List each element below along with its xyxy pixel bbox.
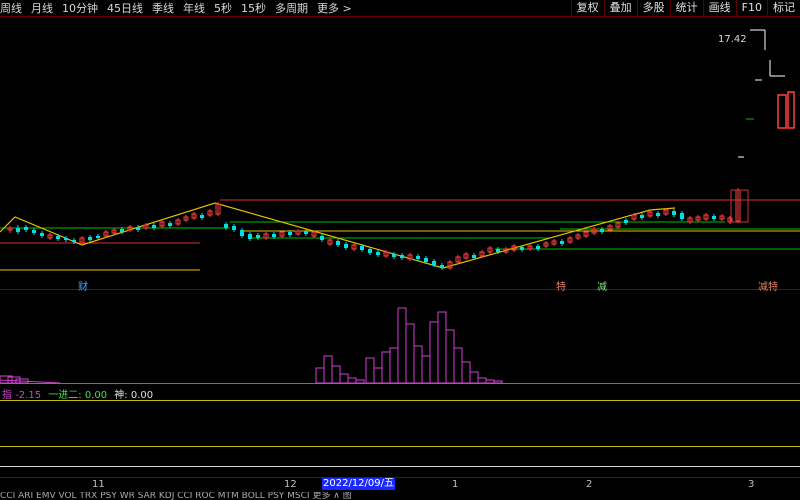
candle-body [424,258,428,262]
candle-body [40,233,44,236]
candle-body [368,249,372,253]
candle-body [400,255,404,258]
candle-body [472,255,476,258]
indicator-l2-value: 0.00 [84,390,108,401]
histogram-bar [323,355,333,384]
histogram-bar [469,371,479,384]
candle-body [168,223,172,226]
candle-body [224,224,228,228]
candle-body [640,215,644,218]
histogram-bar [347,377,357,384]
histogram-bar [339,373,349,384]
event-marker-cai[interactable]: 财 [78,278,88,293]
candle-body [712,216,716,219]
candle-body [120,229,124,232]
histogram-bar [485,379,495,384]
candle-body [680,213,684,219]
indicator-main-value: -2.15 [15,390,42,401]
candle-body [656,213,660,216]
candle-body [24,227,28,230]
xaxis-label-1: 1 [452,479,459,490]
indicator-l3-value: 0.00 [130,390,154,401]
price-label: 17.42 [718,34,747,45]
candle-body [136,227,140,230]
candle-body [64,238,68,240]
xaxis-label-2: 2 [586,479,593,490]
candle-body [376,252,380,255]
candle-body [304,231,308,234]
candle-body [72,240,76,242]
candle-body [392,254,396,257]
histogram-bar [413,345,423,384]
xaxis-label-12: 12 [284,479,297,490]
candle-body [600,229,604,232]
event-marker-3[interactable]: 减特 [758,278,778,293]
candle-body [416,256,420,259]
candle-body [624,220,628,223]
indicator-legend: 指 -2.15 一进二: 0.00 神: 0.00 [2,386,153,401]
histogram-bar [405,323,415,384]
candle-body [344,244,348,248]
future-candle-1 [777,94,787,129]
future-candle-2 [787,91,795,129]
histogram-bar [445,329,455,384]
zigzag-line [0,202,676,269]
candle-body [248,234,252,239]
indicator-tab-strip[interactable]: CCI ARI EMV VOL TRX PSY WR SAR KDJ CCI R… [0,492,800,500]
event-marker-2[interactable]: 减 [597,278,607,293]
histogram-bar [365,357,375,384]
histogram-bar [421,355,431,384]
candle-body [200,215,204,218]
candle-body [336,241,340,245]
candle-body [96,236,100,238]
xaxis-label-11: 11 [92,479,105,490]
histogram-bar [461,361,471,384]
candle-body [240,230,244,236]
candle-body [152,225,156,228]
candle-body [56,236,60,239]
histogram-bar [381,351,391,384]
kline-chart[interactable] [0,0,800,500]
selected-date-label: 2022/12/09/五 [322,478,396,490]
histogram-bar [477,377,487,384]
candle-body [496,249,500,252]
candle-body [232,226,236,230]
candle-body [432,261,436,265]
histogram-bar [437,311,447,384]
candle-body [256,235,260,238]
histogram-bar [493,380,503,384]
histogram-bar [355,379,365,384]
candle-body [536,246,540,249]
candle-body [272,234,276,237]
histogram-bar [397,307,407,384]
candle-body [560,241,564,244]
histogram-bar [331,365,341,384]
candle-body [360,246,364,250]
indicator-l3-name: 神: [114,390,128,401]
histogram-bar [389,347,399,384]
candle-body [440,265,444,268]
candle-body [520,247,524,250]
indicator-l2-name: 一进二: [48,390,82,401]
histogram-bar [453,347,463,384]
indicator-main-name: 指 [2,390,12,401]
candle-body [88,237,92,240]
xaxis-label-3: 3 [748,479,755,490]
event-marker-1[interactable]: 特 [556,278,566,293]
candle-body [672,211,676,215]
candle-body [16,228,20,232]
histogram-bar [429,321,439,384]
histogram-bar [373,367,383,384]
candle-body [32,230,36,233]
candle-body [288,232,292,235]
histogram-bar [315,367,325,384]
candle-body [320,236,324,240]
